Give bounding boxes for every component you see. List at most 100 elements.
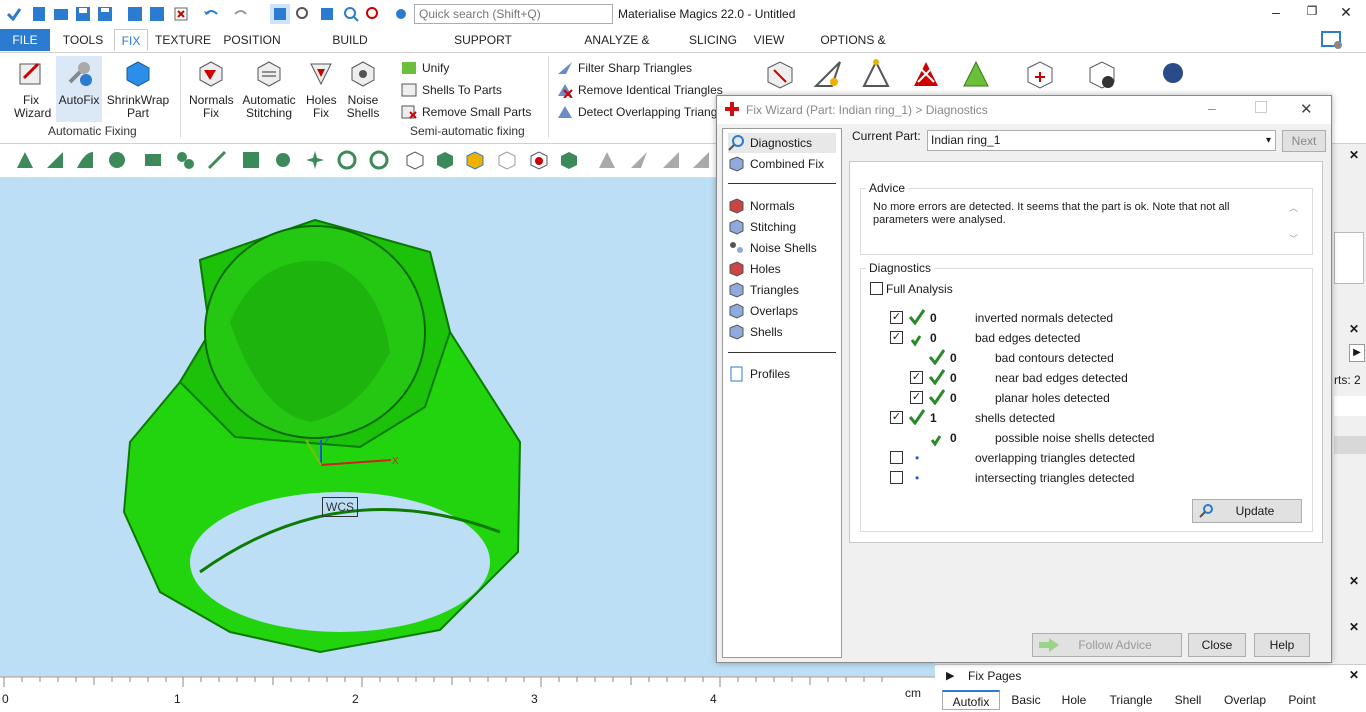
nav-triangles[interactable]: Triangles xyxy=(728,280,799,300)
tab-triangle[interactable]: Triangle xyxy=(1104,690,1158,710)
remove-identical-triangles-button[interactable]: Remove Identical Triangles xyxy=(556,80,723,100)
triangle-tool-icon[interactable] xyxy=(764,58,796,90)
quick-search-input[interactable]: Quick search (Shift+Q) xyxy=(414,4,613,24)
zoom-out-icon[interactable] xyxy=(364,5,382,23)
close-part-icon[interactable] xyxy=(172,5,190,23)
wheel-select-icon[interactable] xyxy=(336,149,358,171)
nav-noise-shells[interactable]: Noise Shells xyxy=(728,238,817,258)
view-icon[interactable] xyxy=(318,5,336,23)
update-button[interactable]: Update xyxy=(1192,499,1302,523)
fix-pages-close-icon[interactable]: ✕ xyxy=(1349,668,1359,682)
fix-wizard-button[interactable]: Fix Wizard xyxy=(8,58,54,120)
scroll-up-icon[interactable]: ︿ xyxy=(1289,201,1298,214)
unify-button[interactable]: Unify xyxy=(400,58,449,78)
grab-part-icon[interactable] xyxy=(1086,58,1120,92)
create-triangle-icon[interactable] xyxy=(812,58,844,90)
expand-arrow-icon[interactable]: ▶ xyxy=(946,669,954,682)
mesh-select-icon[interactable] xyxy=(240,149,262,171)
nav-profiles[interactable]: Profiles xyxy=(728,364,790,384)
open-icon[interactable] xyxy=(52,5,70,23)
cube-yellow-icon[interactable] xyxy=(464,149,486,171)
holes-fix-button[interactable]: Holes Fix xyxy=(302,58,340,120)
autofix-button[interactable]: AutoFix xyxy=(56,56,102,122)
panel-close-icon-4[interactable]: ✕ xyxy=(1349,620,1359,634)
new-file-icon[interactable] xyxy=(30,5,48,23)
minimize-button[interactable]: – xyxy=(1266,4,1286,22)
surface-select-icon[interactable] xyxy=(74,149,96,171)
automatic-stitching-button[interactable]: Automatic Stitching xyxy=(240,58,298,120)
cube-red-icon[interactable] xyxy=(528,149,550,171)
tab-file[interactable]: FILE xyxy=(0,29,50,51)
nav-overlaps[interactable]: Overlaps xyxy=(728,301,798,321)
cube-green-icon[interactable] xyxy=(434,149,456,171)
layout-settings-icon[interactable] xyxy=(1320,30,1344,50)
redo-icon[interactable] xyxy=(232,5,250,23)
shells-to-parts-button[interactable]: Shells To Parts xyxy=(400,80,502,100)
tab-texture[interactable]: TEXTURE xyxy=(154,29,212,51)
panel-close-icon[interactable]: ✕ xyxy=(1349,148,1359,162)
cube-mesh-icon[interactable] xyxy=(558,149,580,171)
part-row-selected[interactable] xyxy=(1334,436,1366,454)
detect-overlapping-triangles-button[interactable]: Detect Overlapping Triang xyxy=(556,102,717,122)
planar-holes-checkbox[interactable]: ✓ xyxy=(910,391,923,404)
tab-analyze-report[interactable]: ANALYZE & REPORT xyxy=(562,29,672,69)
undo-icon[interactable] xyxy=(202,5,220,23)
shells-checkbox[interactable]: ✓ xyxy=(890,411,903,424)
triangle-select-icon[interactable] xyxy=(14,149,36,171)
add-point-icon[interactable] xyxy=(860,58,892,90)
scroll-down-icon[interactable]: ﹀ xyxy=(1289,232,1298,245)
noise-shells-button[interactable]: Noise Shells xyxy=(342,58,384,120)
tab-hole[interactable]: Hole xyxy=(1056,690,1092,710)
save-icon[interactable] xyxy=(74,5,92,23)
nav-combined-fix[interactable]: Combined Fix xyxy=(728,154,824,174)
remove-small-parts-button[interactable]: Remove Small Parts xyxy=(400,102,531,122)
full-analysis-checkbox[interactable] xyxy=(870,282,883,295)
overlapping-checkbox[interactable] xyxy=(890,451,903,464)
tab-shell[interactable]: Shell xyxy=(1170,690,1206,710)
shrinkwrap-button[interactable]: ShrinkWrap Part xyxy=(106,58,170,120)
near-bad-edges-checkbox[interactable]: ✓ xyxy=(910,371,923,384)
panel-close-icon-3[interactable]: ✕ xyxy=(1349,574,1359,588)
arrow-gray-icon[interactable] xyxy=(596,149,618,171)
zoom-icon[interactable] xyxy=(342,5,360,23)
tab-support-generation[interactable]: SUPPORT GENERATION xyxy=(418,29,548,69)
current-part-select[interactable]: Indian ring_1 ▾ xyxy=(927,130,1276,151)
lasso-icon[interactable] xyxy=(206,149,228,171)
inverted-normals-checkbox[interactable]: ✓ xyxy=(890,311,903,324)
tab-options-help[interactable]: OPTIONS & HELP xyxy=(804,29,902,69)
cube-view-icon[interactable] xyxy=(404,149,426,171)
dialog-minimize-button[interactable]: – xyxy=(1208,100,1216,116)
follow-advice-button[interactable]: Follow Advice xyxy=(1032,633,1182,657)
nav-normals[interactable]: Normals xyxy=(728,196,795,216)
save-all-icon[interactable] xyxy=(96,5,114,23)
cube-outline-icon[interactable] xyxy=(496,149,518,171)
connected-select-icon[interactable] xyxy=(272,149,294,171)
surface-triangle-icon[interactable] xyxy=(960,58,992,90)
nav-diagnostics[interactable]: Diagnostics xyxy=(728,133,836,153)
nav-holes[interactable]: Holes xyxy=(728,259,781,279)
tab-tools[interactable]: TOOLS xyxy=(58,29,108,51)
star-select-icon[interactable] xyxy=(304,149,326,171)
intersecting-checkbox[interactable] xyxy=(890,471,903,484)
import-icon[interactable] xyxy=(126,5,144,23)
normals-fix-button[interactable]: Normals Fix xyxy=(188,58,234,120)
panel-scroll-right-icon[interactable]: ▶ xyxy=(1349,344,1365,362)
tab-autofix[interactable]: Autofix xyxy=(942,690,1000,710)
save-part-icon[interactable] xyxy=(148,5,166,23)
plane-select-icon[interactable] xyxy=(44,149,66,171)
close-window-button[interactable]: ✕ xyxy=(1336,4,1356,22)
tab-basic[interactable]: Basic xyxy=(1006,690,1046,710)
cylinder-select-icon[interactable] xyxy=(174,149,196,171)
wheel-deselect-icon[interactable] xyxy=(368,149,390,171)
close-button[interactable]: Close xyxy=(1188,633,1246,657)
dialog-maximize-button[interactable] xyxy=(1255,101,1267,113)
arrow-gray2-icon[interactable] xyxy=(628,149,650,171)
tab-fix[interactable]: FIX xyxy=(114,29,148,51)
tab-point[interactable]: Point xyxy=(1282,690,1322,710)
tab-build-preparation[interactable]: BUILD PREPARATION xyxy=(294,29,406,69)
bad-edges-checkbox[interactable]: ✓ xyxy=(890,331,903,344)
arrow-gray4-icon[interactable] xyxy=(690,149,712,171)
shell-select-icon[interactable] xyxy=(106,149,128,171)
nav-shells[interactable]: Shells xyxy=(728,322,783,342)
filter-sharp-triangles-button[interactable]: Filter Sharp Triangles xyxy=(556,58,692,78)
